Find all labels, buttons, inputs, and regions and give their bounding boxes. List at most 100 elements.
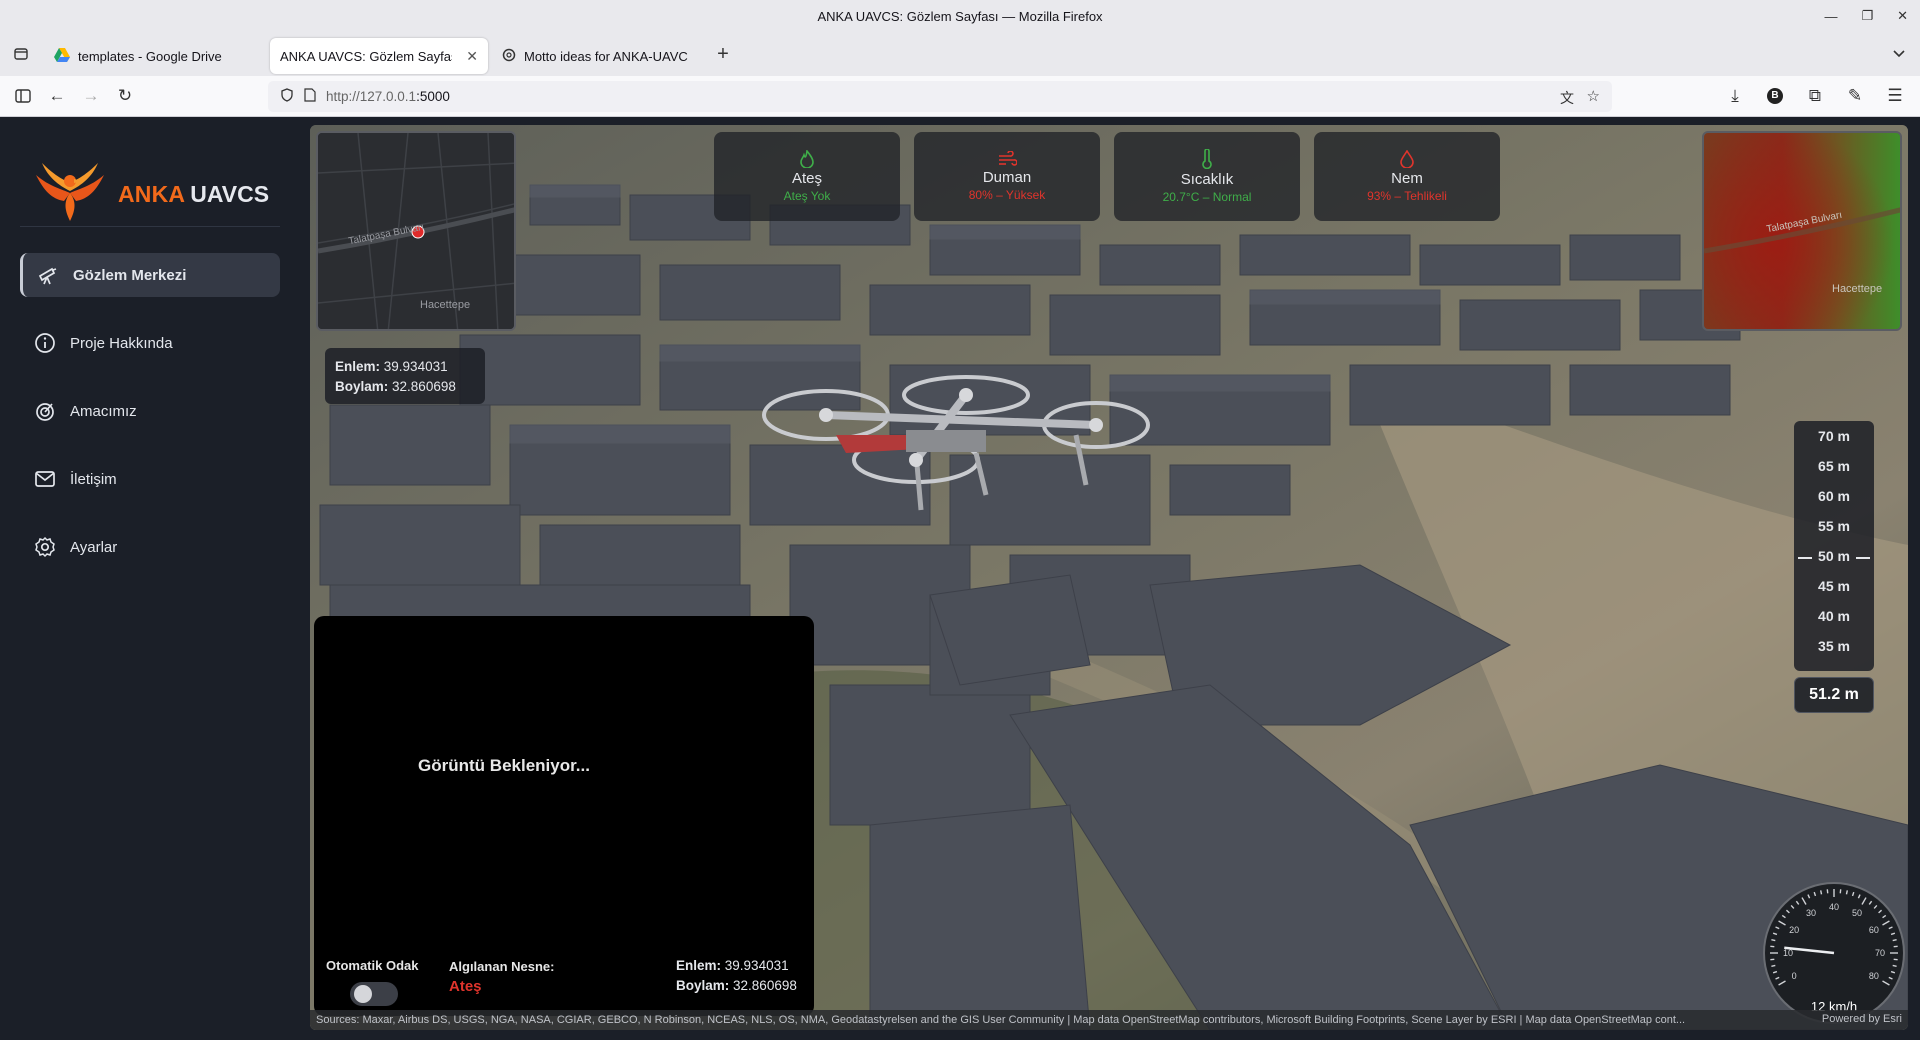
detected-object-value: Ateş: [449, 978, 482, 995]
tab-strip: templates - Google Drive ANKA UAVCS: Göz…: [0, 32, 1920, 76]
gauge-tick-label: 30: [1806, 908, 1816, 918]
sidebar-item-proje-hakkinda[interactable]: Proje Hakkında: [20, 321, 280, 365]
sidebar-item-gozlem-merkezi[interactable]: Gözlem Merkezi: [20, 253, 280, 297]
drone-model: [762, 375, 1150, 511]
minimize-icon[interactable]: —: [1824, 9, 1837, 24]
coordinates-panel: Enlem: 39.934031 Boylam: 32.860698: [325, 348, 485, 404]
sensor-status: 20.7°C – Normal: [1162, 190, 1252, 204]
gauge-tick: [1771, 964, 1776, 967]
gauge-tick-label: 20: [1789, 925, 1799, 935]
navigation-toolbar: ← → ↻ http://127.0.0.1:5000 文 ☆ ⤓ B ⧉ ✎ …: [0, 76, 1920, 117]
sidebar-toggle-icon[interactable]: [6, 81, 40, 111]
toolbar-right: ⤓ B ⧉ ✎ ☰: [1718, 81, 1912, 111]
camera-coordinates: Enlem: 39.934031 Boylam: 32.860698: [676, 956, 797, 996]
url-port: :5000: [416, 89, 450, 104]
window-controls: — ❐ ✕: [1824, 0, 1908, 32]
tab-title: Motto ideas for ANKA-UAVC: [524, 48, 688, 64]
gauge-tick-label: 50: [1852, 908, 1862, 918]
shield-icon[interactable]: [280, 88, 294, 105]
tab-overview-icon[interactable]: [4, 39, 38, 69]
chatgpt-icon: [502, 48, 516, 65]
translate-icon[interactable]: 文: [1560, 88, 1574, 108]
target-icon: [36, 403, 54, 421]
gear-icon: [35, 536, 55, 558]
altimeter-tick: 40 m: [1818, 608, 1850, 624]
tab-anka-uavcs[interactable]: ANKA UAVCS: Gözlem Sayfası ✕: [270, 38, 488, 74]
sensor-name: Nem: [1391, 170, 1423, 187]
list-tabs-icon[interactable]: [1882, 39, 1916, 69]
bookmark-star-icon[interactable]: ☆: [1587, 87, 1600, 105]
gauge-tick: [1892, 939, 1897, 942]
sidebar-item-label: Ayarlar: [70, 538, 118, 556]
app-sidebar: ANKA UAVCS Gözlem Merkezi Proje Hakkında …: [0, 117, 300, 1040]
tab-title: templates - Google Drive: [78, 48, 222, 64]
menu-icon[interactable]: ☰: [1878, 81, 1912, 111]
wind-icon: [999, 151, 1017, 166]
sidebar-item-label: Gözlem Merkezi: [73, 266, 187, 284]
thermometer-icon: [1202, 149, 1212, 169]
url-host: http://127.0.0.1: [326, 89, 417, 104]
powered-by-esri[interactable]: Powered by Esri: [1822, 1013, 1902, 1025]
sensor-card-temperature: Sıcaklık 20.7°C – Normal: [1114, 132, 1300, 221]
phoenix-logo-icon: [34, 161, 106, 228]
customize-icon[interactable]: ✎: [1838, 81, 1872, 111]
lat-value: 39.934031: [383, 359, 448, 374]
heatmap-minimap[interactable]: Talatpaşa Bulvarı Hacettepe: [1702, 131, 1902, 331]
lat-value: 39.934031: [724, 958, 789, 973]
map-attribution: Sources: Maxar, Airbus DS, USGS, NGA, NA…: [310, 1010, 1908, 1030]
forward-icon[interactable]: →: [74, 81, 108, 111]
gauge-tick: [1820, 890, 1823, 895]
lon-label: Boylam:: [676, 978, 730, 993]
gauge-tick-label: 0: [1792, 971, 1797, 981]
altimeter-tick: 70 m: [1818, 428, 1850, 444]
speedometer-gauge: 01020304050607080 12 km/h: [1763, 882, 1905, 1024]
maximize-icon[interactable]: ❐: [1861, 8, 1873, 24]
brand-primary: ANKA: [118, 181, 186, 207]
sensor-card-humidity: Nem 93% – Tehlikeli: [1314, 132, 1500, 221]
close-window-icon[interactable]: ✕: [1897, 8, 1908, 24]
sidebar-item-amacimiz[interactable]: Amacımız: [20, 389, 280, 433]
sidebar-item-iletisim[interactable]: İletişim: [20, 457, 280, 501]
camera-feed-panel: Görüntü Bekleniyor... Otomatik Odak Algı…: [314, 616, 814, 1016]
page-icon: [304, 88, 316, 105]
main-content: Talatpaşa Bulvarı Hacettepe Enlem: 39.93…: [300, 117, 1920, 1040]
reload-icon[interactable]: ↻: [108, 81, 142, 111]
downloads-icon[interactable]: ⤓: [1718, 81, 1752, 111]
new-tab-icon[interactable]: +: [706, 39, 740, 69]
map-3d-scene[interactable]: Talatpaşa Bulvarı Hacettepe Enlem: 39.93…: [310, 125, 1908, 1030]
account-icon[interactable]: B: [1758, 81, 1792, 111]
app-logo[interactable]: ANKA UAVCS: [34, 161, 269, 228]
sensor-status: 80% – Yüksek: [968, 188, 1046, 202]
sensor-card-smoke: Duman 80% – Yüksek: [914, 132, 1100, 221]
gauge-tick-label: 80: [1869, 971, 1879, 981]
sidebar-item-ayarlar[interactable]: Ayarlar: [20, 525, 280, 569]
altimeter-tick: 65 m: [1818, 458, 1850, 474]
camera-waiting-text: Görüntü Bekleniyor...: [418, 756, 590, 775]
sidebar-item-label: İletişim: [70, 470, 117, 488]
close-tab-icon[interactable]: ✕: [466, 48, 478, 65]
tab-google-drive[interactable]: templates - Google Drive: [44, 38, 266, 74]
autofocus-toggle[interactable]: [350, 982, 398, 1006]
back-icon[interactable]: ←: [40, 81, 74, 111]
altimeter-tick: 45 m: [1818, 578, 1850, 594]
altitude-readout: 51.2 m: [1794, 677, 1874, 713]
minimap-district-label: Hacettepe: [420, 299, 471, 311]
gauge-tick-label: 70: [1875, 948, 1885, 958]
detected-object-label: Algılanan Nesne:: [449, 959, 555, 974]
gauge-tick: [1892, 964, 1897, 967]
altimeter-tick: 60 m: [1818, 488, 1850, 504]
altimeter-marker-left: [1798, 557, 1812, 559]
altimeter-tick: 55 m: [1818, 518, 1850, 534]
extensions-icon[interactable]: ⧉: [1798, 81, 1832, 111]
altimeter-tick: 50 m: [1818, 548, 1850, 564]
url-bar[interactable]: http://127.0.0.1:5000 文 ☆: [268, 81, 1612, 112]
tab-motto-ideas[interactable]: Motto ideas for ANKA-UAVC: [492, 38, 702, 74]
altimeter-tick: 35 m: [1818, 638, 1850, 654]
autofocus-label: Otomatik Odak: [326, 958, 419, 973]
window-title-bar: ANKA UAVCS: Gözlem Sayfası — Mozilla Fir…: [0, 0, 1920, 32]
mail-icon: [35, 471, 55, 487]
flame-icon: [800, 150, 814, 168]
minimap[interactable]: Talatpaşa Bulvarı Hacettepe: [316, 131, 516, 331]
sensor-card-fire: Ateş Ateş Yok: [714, 132, 900, 221]
url-text[interactable]: http://127.0.0.1:5000: [326, 89, 450, 104]
